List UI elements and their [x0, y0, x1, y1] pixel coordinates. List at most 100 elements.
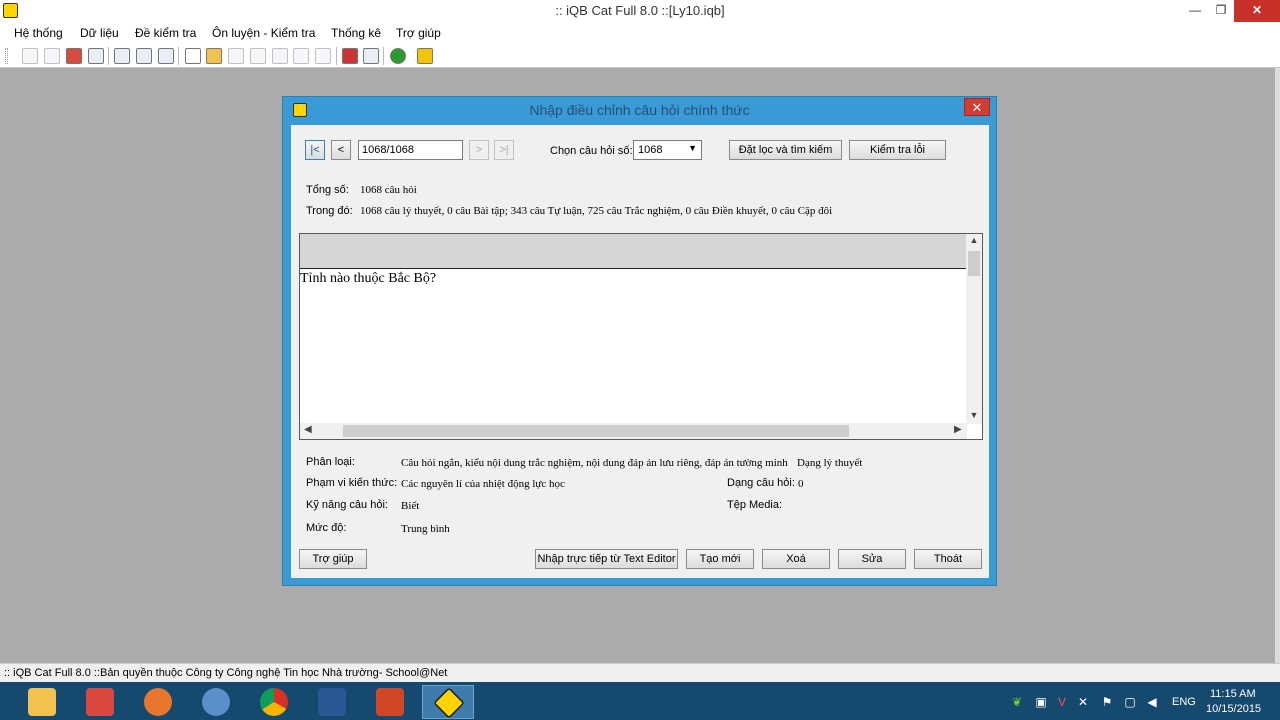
help-icon[interactable] — [390, 48, 406, 64]
thunderbird-icon — [202, 688, 230, 716]
powerpoint-icon — [376, 688, 404, 716]
question-edit-dialog: Nhập điều chỉnh câu hỏi chính thức ✕ |< … — [282, 96, 997, 586]
skill-value: Biết — [401, 500, 420, 512]
network-adapter-icon[interactable]: ▣ — [1034, 695, 1048, 709]
open-folder-icon[interactable] — [206, 48, 222, 64]
editor-vertical-scrollbar[interactable]: ▲ ▼ — [966, 234, 982, 424]
close-button[interactable]: ✕ — [1234, 0, 1280, 22]
taskbar-powerpoint[interactable] — [364, 685, 416, 719]
menu-he-thong[interactable]: Hệ thống — [14, 26, 63, 40]
filter-search-button[interactable]: Đặt lọc và tìm kiếm — [729, 140, 842, 160]
level-label: Mức độ: — [306, 522, 347, 534]
v-icon[interactable]: V — [1055, 695, 1069, 709]
next-record-button[interactable]: > — [469, 140, 489, 160]
scope-label: Phạm vi kiến thức: — [306, 477, 398, 489]
toolbar — [0, 44, 1280, 68]
question-text[interactable]: Tỉnh nào thuộc Bắc Bộ? — [300, 271, 436, 287]
report-icon[interactable] — [363, 48, 379, 64]
vertical-scroll-thumb[interactable] — [968, 251, 980, 276]
classification-label: Phân loại: — [306, 456, 355, 468]
menu-bar: Hệ thống Dữ liệu Đề kiểm tra Ôn luyện - … — [0, 22, 1280, 44]
toolbar-separator — [383, 47, 384, 65]
save-icon[interactable] — [228, 48, 244, 64]
dialog-body: |< < 1068/1068 > >| Chọn câu hỏi số: 106… — [291, 125, 989, 578]
workspace-scrollbar[interactable] — [1275, 68, 1280, 663]
check-errors-button[interactable]: Kiểm tra lỗi — [849, 140, 946, 160]
menu-tro-giup[interactable]: Trợ giúp — [396, 26, 441, 40]
taskbar-iqb[interactable] — [422, 685, 474, 719]
filter-icon[interactable] — [293, 48, 309, 64]
menu-de-kiem-tra[interactable]: Đề kiểm tra — [135, 26, 196, 40]
exit-icon[interactable] — [417, 48, 433, 64]
monitor-icon[interactable]: ▢ — [1123, 695, 1137, 709]
new-button[interactable]: Tạo mới — [686, 549, 754, 569]
clock-date[interactable]: 10/15/2015 — [1206, 703, 1261, 715]
iqb-icon — [433, 687, 465, 719]
language-indicator[interactable]: ENG — [1172, 696, 1196, 708]
question-number-value: 1068 — [638, 144, 663, 156]
select-question-label: Chọn câu hỏi số: — [550, 145, 633, 157]
taskbar-firefox[interactable] — [132, 685, 184, 719]
text-editor-button[interactable]: Nhập trực tiếp từ Text Editor — [535, 549, 678, 569]
breakdown-value: 1068 câu lý thuyết, 0 câu Bài tập; 343 c… — [360, 205, 833, 217]
prev-record-button[interactable]: < — [331, 140, 351, 160]
classification-value: Câu hỏi ngắn, kiểu nội dung trắc nghiệm,… — [401, 457, 788, 469]
new-file-icon[interactable] — [185, 48, 201, 64]
exit-button[interactable]: Thoát — [914, 549, 982, 569]
delete-button[interactable]: Xoá — [762, 549, 830, 569]
taskbar-thunderbird[interactable] — [190, 685, 242, 719]
taskbar-file-explorer[interactable] — [16, 685, 68, 719]
chart-icon[interactable] — [342, 48, 358, 64]
volume-icon[interactable]: ◀ — [1145, 695, 1159, 709]
x-icon[interactable]: ✕ — [1076, 695, 1090, 709]
title-bar: :: iQB Cat Full 8.0 ::[Ly10.iqb] — ❐ ✕ — [0, 0, 1280, 22]
editor-header — [300, 234, 967, 269]
tools-icon[interactable] — [315, 48, 331, 64]
last-record-button[interactable]: >| — [494, 140, 514, 160]
scroll-down-icon[interactable]: ▼ — [966, 410, 982, 420]
edit-button[interactable]: Sửa — [838, 549, 906, 569]
help-button[interactable]: Trợ giúp — [299, 549, 367, 569]
total-label: Tổng số: — [306, 184, 349, 196]
editor-horizontal-scrollbar[interactable]: ◀ ▶ — [300, 423, 967, 439]
toolbar-grip[interactable] — [5, 48, 8, 64]
print-preview-icon[interactable] — [250, 48, 266, 64]
toolbar-separator — [336, 47, 337, 65]
menu-thong-ke[interactable]: Thống kê — [331, 26, 381, 40]
status-bar: :: iQB Cat Full 8.0 ::Bản quyền thuộc Cô… — [0, 663, 1280, 682]
flag-icon[interactable]: ⚑ — [1100, 695, 1114, 709]
total-value: 1068 câu hỏi — [360, 184, 417, 196]
menu-du-lieu[interactable]: Dữ liệu — [80, 26, 119, 40]
taskbar: ❦ ▣ V ✕ ⚑ ▢ ◀ ENG 11:15 AM 10/15/2015 — [0, 682, 1280, 720]
minimize-button[interactable]: — — [1182, 0, 1208, 22]
list-icon[interactable] — [22, 48, 38, 64]
export-icon[interactable] — [88, 48, 104, 64]
scroll-left-icon[interactable]: ◀ — [304, 424, 312, 435]
question-editor[interactable]: Tỉnh nào thuộc Bắc Bộ? ▲ ▼ ◀ ▶ — [299, 233, 983, 440]
dialog-close-button[interactable]: ✕ — [964, 98, 990, 116]
horizontal-scroll-thumb[interactable] — [343, 425, 849, 437]
taskbar-word[interactable] — [306, 685, 358, 719]
record-position-field[interactable]: 1068/1068 — [358, 140, 463, 160]
search-icon[interactable] — [272, 48, 288, 64]
classification-type: Dạng lý thuyết — [797, 457, 863, 469]
taskbar-chrome[interactable] — [248, 685, 300, 719]
question-type-value: 0 — [798, 478, 804, 490]
scroll-up-icon[interactable]: ▲ — [966, 235, 982, 245]
app-icon — [86, 688, 114, 716]
leaf-icon[interactable]: ❦ — [1010, 695, 1024, 709]
scroll-right-icon[interactable]: ▶ — [954, 424, 962, 435]
clock-time[interactable]: 11:15 AM — [1210, 688, 1256, 700]
restore-button[interactable]: ❐ — [1208, 0, 1234, 22]
first-record-button[interactable]: |< — [305, 140, 325, 160]
taskbar-app[interactable] — [74, 685, 126, 719]
edit-doc-icon[interactable] — [158, 48, 174, 64]
table-icon[interactable] — [44, 48, 60, 64]
menu-on-luyen-kiem-tra[interactable]: Ôn luyện - Kiểm tra — [212, 26, 315, 40]
question-number-select[interactable]: 1068 ▼ — [633, 140, 702, 160]
breakdown-label: Trong đó: — [306, 205, 353, 217]
grid-icon[interactable] — [114, 48, 130, 64]
check-list-icon[interactable] — [136, 48, 152, 64]
blocks-icon[interactable] — [66, 48, 82, 64]
word-icon — [318, 688, 346, 716]
